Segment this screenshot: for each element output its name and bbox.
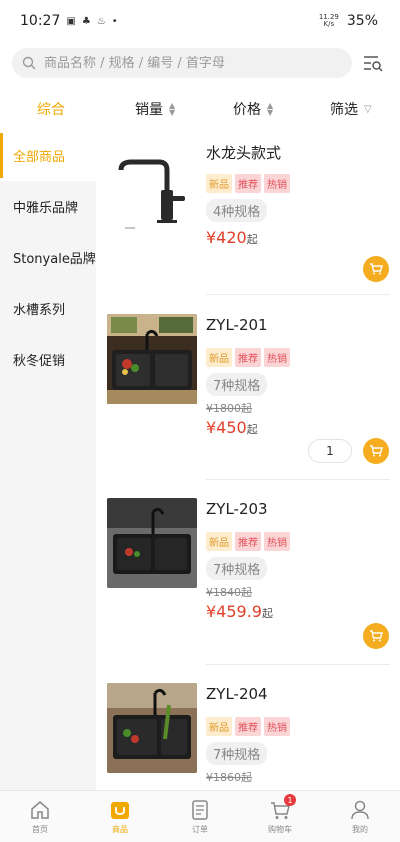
add-to-cart-button[interactable] (363, 438, 389, 464)
tab-home[interactable]: 首页 (0, 791, 80, 842)
category-stonyale[interactable]: Stonyale品牌 (0, 232, 96, 283)
user-icon (351, 800, 369, 819)
product-price: ¥420 (206, 228, 247, 247)
cart-badge: 1 (284, 794, 296, 806)
cart-icon (370, 445, 383, 457)
sort-filter[interactable]: 筛选 ▽ (330, 99, 372, 119)
status-time: 10:27 (20, 13, 61, 29)
search-row (12, 48, 388, 78)
add-to-cart-button[interactable] (363, 623, 389, 649)
spec-count[interactable]: 7种规格 (206, 742, 268, 765)
tag-new: 新品 (206, 717, 232, 736)
price-suffix: 起 (261, 607, 273, 620)
cart-icon (370, 630, 383, 642)
status-bar: 10:27 ▣ ♣ ♨ • 11.29 K/s 35% (0, 0, 400, 42)
tab-label: 订单 (192, 824, 208, 834)
tag-recommend: 推荐 (235, 174, 261, 193)
tag-hot: 热销 (264, 717, 290, 736)
sort-price[interactable]: 价格 ▲ ▼ (233, 99, 273, 119)
sort-comprehensive-label: 综合 (37, 102, 65, 118)
tab-mine[interactable]: 我的 (320, 791, 400, 842)
category-all[interactable]: 全部商品 (0, 130, 96, 181)
tab-label: 商品 (112, 824, 128, 834)
category-label: 水槽系列 (13, 303, 66, 318)
product-name: ZYL-201 (206, 316, 268, 334)
add-to-cart-button[interactable] (363, 256, 389, 282)
product-image[interactable] (107, 314, 197, 404)
category-zhongyale[interactable]: 中雅乐品牌 (0, 181, 96, 232)
search-icon (22, 56, 36, 70)
product-price: ¥450 (206, 418, 247, 437)
original-price: ¥1860起 (206, 771, 252, 784)
goods-icon (111, 801, 129, 819)
category-label: 全部商品 (13, 150, 66, 165)
tag-recommend: 推荐 (235, 348, 261, 367)
spec-count[interactable]: 7种规格 (206, 373, 268, 396)
price-suffix: 起 (246, 233, 258, 246)
battery-level: 35% (346, 13, 378, 29)
tag-hot: 热销 (264, 174, 290, 193)
sort-sales[interactable]: 销量 ▲ ▼ (135, 99, 175, 119)
gallery-icon: ▣ (66, 15, 76, 27)
tab-label: 首页 (32, 824, 48, 834)
product-name: 水龙头款式 (206, 144, 282, 162)
tab-label: 我的 (352, 824, 368, 834)
tab-label: 购物车 (268, 824, 292, 834)
category-label: 中雅乐品牌 (13, 201, 79, 216)
sort-comprehensive[interactable]: 综合 (37, 99, 65, 119)
bottom-tab-bar: 首页 商品 订单 1 购物车 我的 (0, 790, 400, 842)
product-card[interactable]: ZYL-201 新品 推荐 热销 7种规格 ¥1800起 ¥450起 1 (96, 295, 400, 480)
tag-hot: 热销 (264, 348, 290, 367)
tag-recommend: 推荐 (235, 532, 261, 551)
product-card[interactable]: MODEL 水龙头款式 新品 推荐 热销 4种规格 ¥420起 (96, 130, 400, 295)
sort-bar: 综合 销量 ▲ ▼ 价格 ▲ ▼ 筛选 ▽ (0, 88, 400, 128)
svg-text:MODEL: MODEL (125, 226, 136, 230)
app-notification-icon-2: ♨ (96, 15, 106, 27)
price-suffix: 起 (246, 423, 258, 436)
list-search-icon[interactable] (362, 52, 384, 74)
search-input[interactable] (44, 55, 334, 71)
sort-price-label: 价格 (233, 102, 261, 118)
original-price: ¥1840起 (206, 586, 252, 599)
app-notification-icon: ♣ (81, 15, 91, 27)
product-image[interactable] (107, 498, 197, 588)
product-name: ZYL-204 (206, 685, 268, 703)
orders-icon (192, 799, 208, 820)
product-image[interactable] (107, 683, 197, 773)
quantity-display[interactable]: 1 (308, 439, 352, 463)
sort-filter-label: 筛选 (330, 102, 358, 118)
product-image[interactable]: MODEL (107, 140, 197, 230)
tag-new: 新品 (206, 532, 232, 551)
sort-arrows-icon: ▲ ▼ (169, 101, 176, 117)
category-label: Stonyale品牌 (13, 252, 96, 267)
product-card[interactable]: ZYL-203 新品 推荐 热销 7种规格 ¥1840起 ¥459.9起 (96, 480, 400, 665)
tag-hot: 热销 (264, 532, 290, 551)
spec-count[interactable]: 7种规格 (206, 557, 268, 580)
sort-sales-label: 销量 (135, 102, 163, 118)
product-card[interactable]: ZYL-204 新品 推荐 热销 7种规格 ¥1860起 (96, 665, 400, 790)
product-price: ¥459.9 (206, 602, 262, 621)
category-promotion[interactable]: 秋冬促销 (0, 334, 96, 385)
original-price: ¥1800起 (206, 402, 252, 415)
tab-cart[interactable]: 1 购物车 (240, 791, 320, 842)
cart-icon (370, 263, 383, 275)
tab-orders[interactable]: 订单 (160, 791, 240, 842)
tag-new: 新品 (206, 174, 232, 193)
spec-count[interactable]: 4种规格 (206, 199, 268, 222)
network-speed: 11.29 K/s (318, 13, 339, 28)
category-label: 秋冬促销 (13, 354, 66, 369)
tab-goods[interactable]: 商品 (80, 791, 160, 842)
product-name: ZYL-203 (206, 500, 268, 518)
tag-recommend: 推荐 (235, 717, 261, 736)
sort-arrows-icon: ▲ ▼ (267, 101, 274, 117)
category-sidebar: 全部商品 中雅乐品牌 Stonyale品牌 水槽系列 秋冬促销 (0, 130, 96, 790)
search-box[interactable] (12, 48, 352, 78)
tag-new: 新品 (206, 348, 232, 367)
product-list: MODEL 水龙头款式 新品 推荐 热销 4种规格 ¥420起 ZYL-201 … (96, 130, 400, 790)
funnel-icon: ▽ (364, 103, 372, 115)
category-sink-series[interactable]: 水槽系列 (0, 283, 96, 334)
home-icon (31, 800, 49, 819)
dot-icon: • (111, 15, 118, 27)
